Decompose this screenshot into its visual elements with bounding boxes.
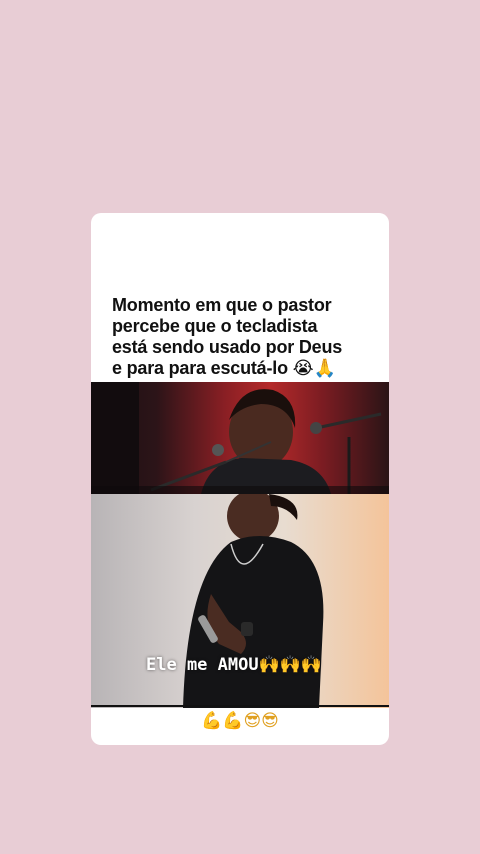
keyboardist-photo <box>91 382 389 494</box>
caption-line: está sendo usado por Deus <box>112 337 343 357</box>
video-overlay-text: Ele me AMOU🙌🙌🙌 <box>146 655 323 675</box>
emoji-caption: 💪💪😎😎 <box>201 711 279 731</box>
post-card: Momento em que o pastor percebe que o te… <box>91 213 389 745</box>
pastor-illustration <box>183 494 324 708</box>
caption-line: percebe que o tecladista <box>112 316 318 336</box>
keyboardist-illustration <box>91 382 389 494</box>
caption-line: Momento em que o pastor <box>112 295 332 315</box>
caption-line: e para para escutá-lo 😭🙏 <box>112 358 336 378</box>
divider <box>91 705 389 707</box>
post-caption: Momento em que o pastor percebe que o te… <box>112 295 380 379</box>
pastor-photo <box>91 494 389 708</box>
